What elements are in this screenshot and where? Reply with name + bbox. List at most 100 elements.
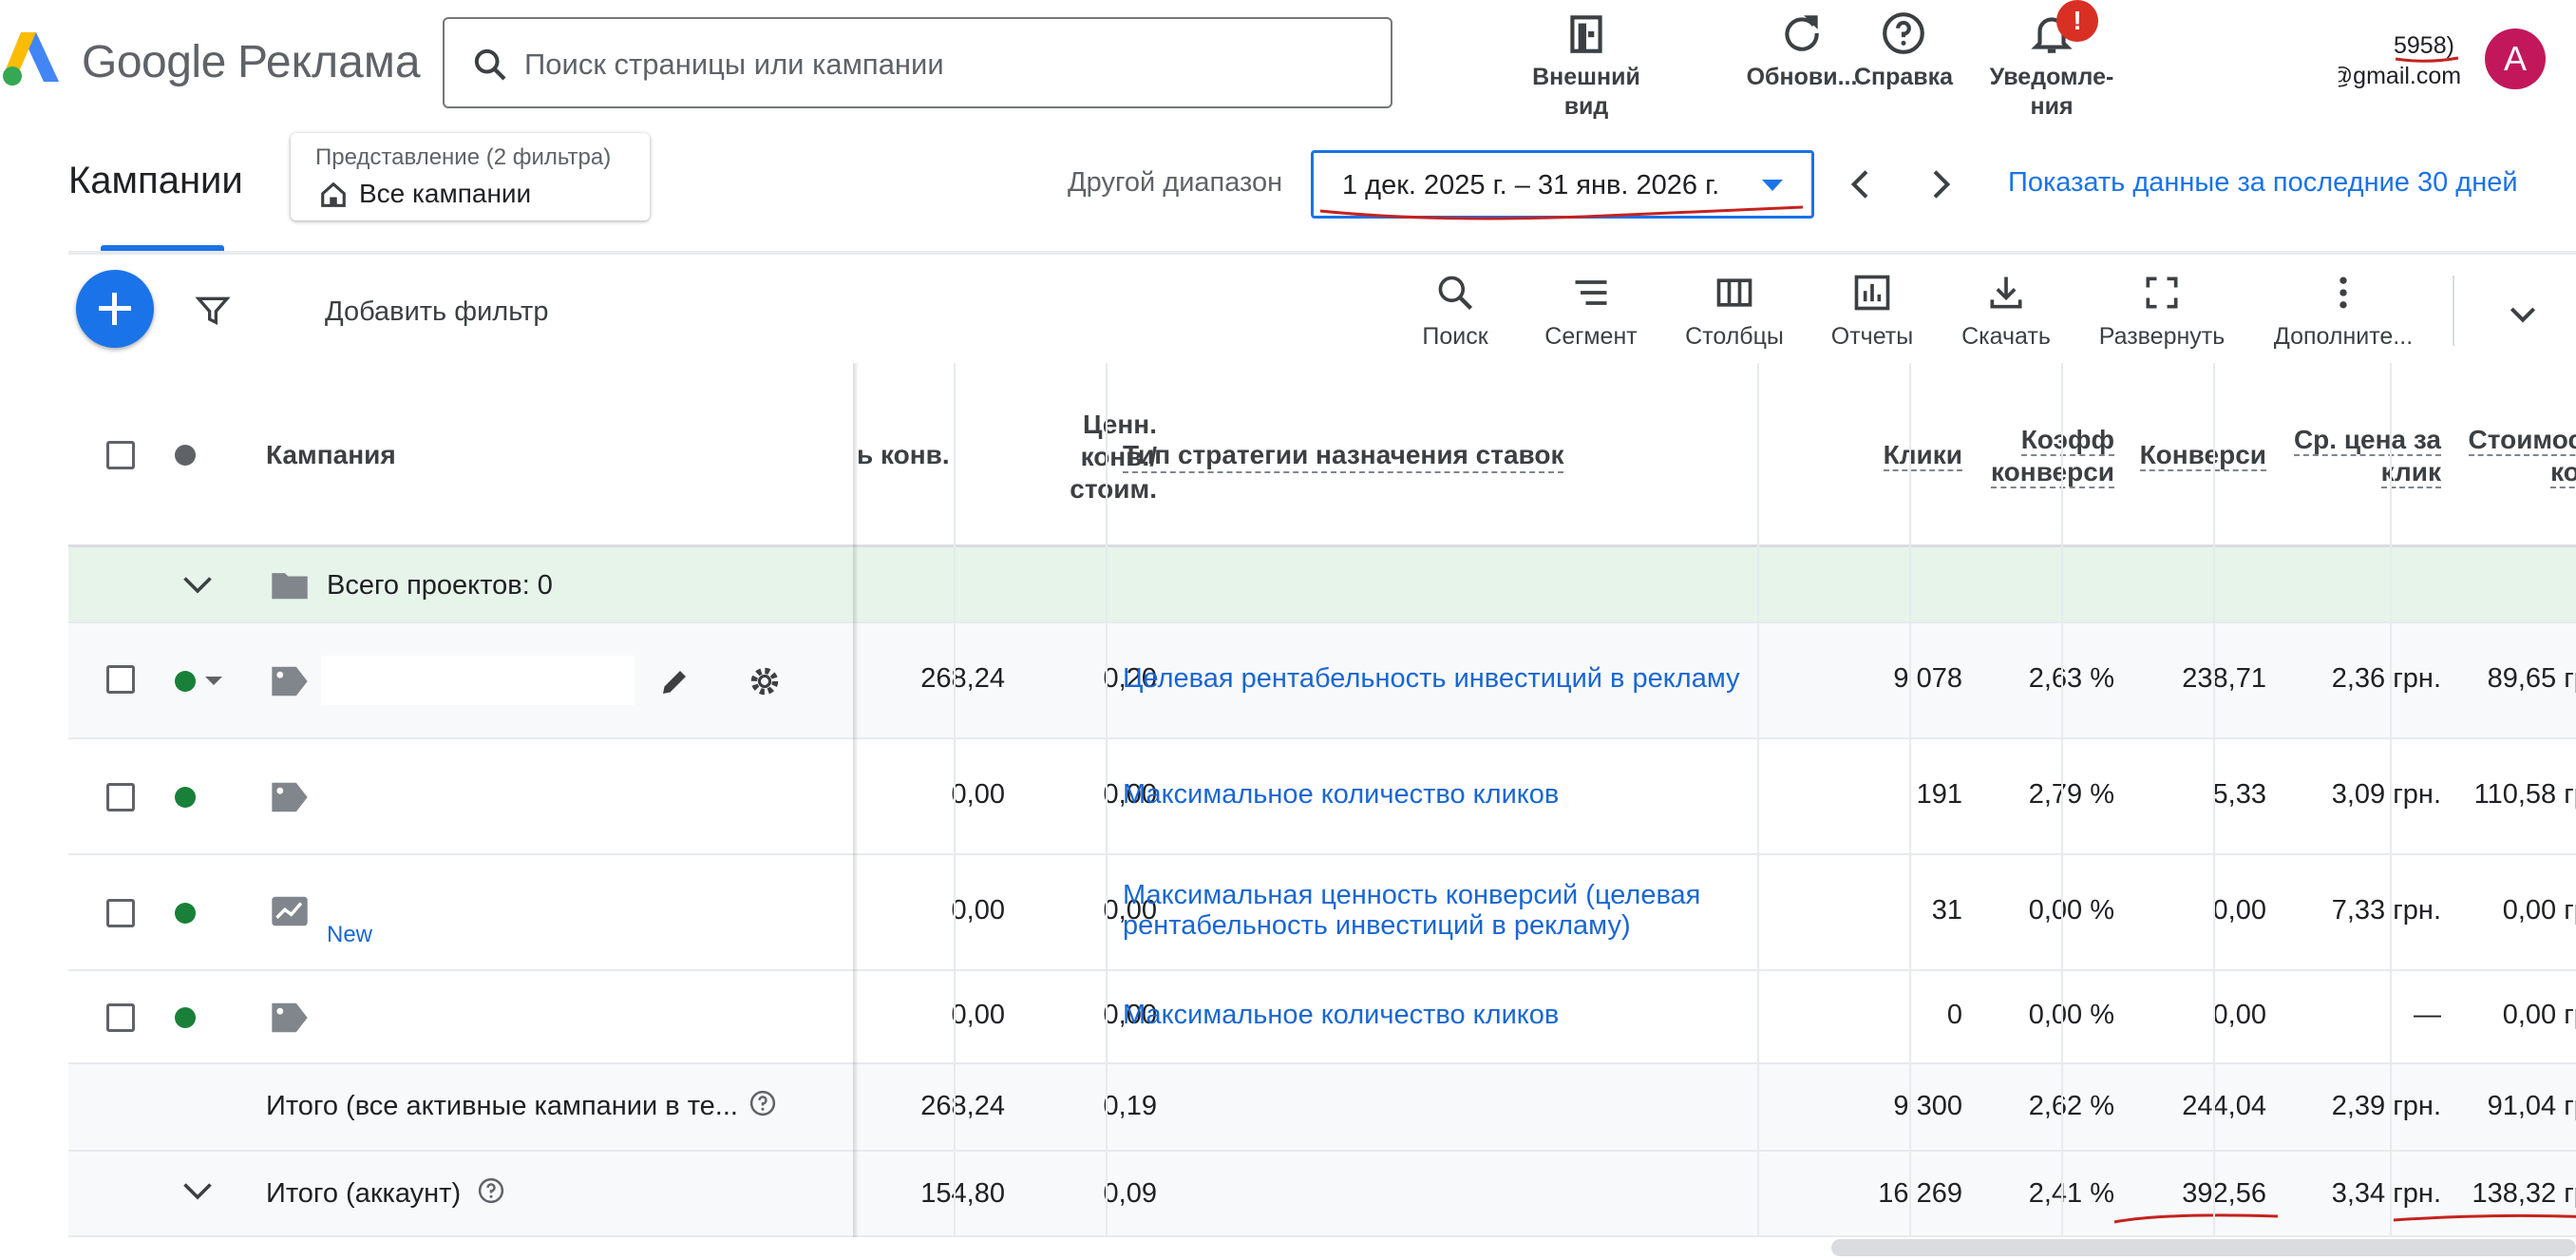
cell-bid-strategy-link[interactable]: Максимальное количество кликов	[1123, 1000, 1559, 1031]
header-bid-strategy[interactable]: Тип стратегии назначения ставок	[1123, 439, 1564, 473]
status-enabled-dot-icon[interactable]	[175, 671, 196, 692]
refresh-button[interactable]: Обнови...	[1740, 10, 1864, 92]
cell-clicks: 191	[1916, 779, 1962, 810]
plus-icon-vertical	[112, 293, 117, 325]
folder-icon	[272, 573, 308, 600]
header-cost-per-conv-2: конв	[2550, 457, 2576, 488]
notifications-label-1: Уведомле-	[1989, 64, 2114, 90]
chevron-down-icon[interactable]	[180, 574, 215, 597]
avatar[interactable]: A	[2485, 29, 2546, 89]
chevron-down-icon[interactable]	[180, 1180, 215, 1203]
header-value-cost-1: Ценн.	[1083, 410, 1157, 439]
cell-bid-strategy-link[interactable]: Максимальная ценность конверсий (целевая…	[1123, 880, 1700, 941]
cell-clicks: 9 078	[1893, 663, 1962, 694]
status-enabled-dot-icon[interactable]	[175, 1007, 196, 1028]
search-box[interactable]: Поиск страницы или кампании	[443, 17, 1392, 108]
refresh-label: Обнови...	[1746, 64, 1858, 90]
header-cost-per-conv[interactable]: Стоимость конв	[2443, 424, 2576, 488]
table-row[interactable]: New 0,00 0,00 Максимальная ценность конв…	[68, 855, 2576, 971]
view-selector[interactable]: Представление (2 фильтра) Все кампании	[291, 133, 650, 220]
table-row[interactable]: 0,00 0,00 Максимальное количество кликов…	[68, 971, 2576, 1064]
previous-period-icon[interactable]	[1843, 163, 1881, 205]
last-30-days-link[interactable]: Показать данные за последние 30 дней	[2008, 167, 2518, 199]
view-name: Все кампании	[359, 179, 532, 208]
header-clicks-label: Клики	[1883, 440, 1962, 471]
filter-icon[interactable]	[194, 291, 232, 329]
cell-conv-rate: 2,63 %	[2028, 663, 2114, 694]
appearance-button[interactable]: Внешний вид	[1520, 10, 1653, 122]
toolbar-segment-label: Сегмент	[1544, 323, 1638, 350]
row-checkbox[interactable]	[106, 899, 135, 927]
header-conv-rate-2: конверси	[1991, 457, 2114, 488]
next-period-icon[interactable]	[1921, 163, 1959, 205]
total-active-cost-per-conv: 91,04 грн.	[2487, 1091, 2576, 1121]
download-icon	[1990, 277, 2022, 309]
toolbar-segment-button[interactable]: Сегмент	[1539, 272, 1643, 351]
campaigns-table: Кампания ь конв. Ценн. конв./ стоим. Тип…	[68, 363, 2576, 1237]
cell-avg-cpc: 2,36 грн.	[2331, 663, 2441, 694]
frozen-column-shadow	[853, 363, 859, 1237]
search-icon	[1438, 276, 1473, 311]
column-divider	[1909, 363, 1911, 1237]
toolbar-columns-button[interactable]: Столбцы	[1681, 272, 1788, 351]
toolbar-fullscreen-button[interactable]: Развернуть	[2095, 272, 2228, 351]
add-campaign-button[interactable]	[76, 270, 154, 348]
row-checkbox[interactable]	[106, 665, 135, 694]
header-value-cost-3: стоим.	[1070, 474, 1157, 504]
cell-clicks: 31	[1931, 895, 1962, 926]
toolbar-download-button[interactable]: Скачать	[1957, 272, 2055, 351]
project-group-row[interactable]: Всего проектов: 0	[68, 547, 2576, 623]
header-conv-rate-1: Коэфф	[2020, 425, 2114, 456]
select-all-checkbox[interactable]	[106, 441, 135, 469]
total-account-conv-rate: 2,41 %	[2028, 1178, 2114, 1209]
help-icon[interactable]	[748, 1089, 777, 1117]
header-conversions[interactable]: Конверси	[2120, 439, 2266, 471]
header-avg-cpc-1: Ср. цена за	[2293, 425, 2441, 456]
toolbar-search-button[interactable]: Поиск	[1415, 272, 1495, 351]
status-enabled-dot-icon[interactable]	[175, 787, 196, 808]
cell-bid-strategy-link[interactable]: Целевая рентабельность инвестиций в рекл…	[1123, 663, 1740, 695]
notifications-button[interactable]: Уведомле- ния	[1985, 10, 2118, 122]
header-avg-cpc[interactable]: Ср. цена за клик	[2274, 424, 2441, 488]
header-conv-rate[interactable]: Коэфф конверси	[1970, 424, 2114, 488]
cell-cost-per-conv: 0,00 грн.	[2502, 1000, 2576, 1030]
toolbar-more-button[interactable]: Дополните...	[2270, 272, 2416, 351]
search-campaign-tag-icon	[272, 1002, 308, 1033]
status-header-dot-icon	[175, 445, 196, 466]
chevron-down-icon[interactable]	[2504, 295, 2542, 333]
horizontal-scrollbar[interactable]	[1831, 1239, 2576, 1256]
table-row[interactable]: 268,24 0,20 Целевая рентабельность инвес…	[68, 623, 2576, 739]
help-icon[interactable]	[477, 1176, 505, 1205]
edit-pencil-icon[interactable]	[657, 665, 691, 699]
cell-bid-strategy-link[interactable]: Максимальное количество кликов	[1123, 779, 1559, 811]
search-icon	[474, 48, 506, 81]
help-button[interactable]: Справка	[1847, 10, 1960, 92]
cell-cost-per-conv: 89,65 грн.	[2487, 663, 2576, 694]
row-checkbox[interactable]	[106, 783, 135, 811]
cell-conversions: 5,33	[2212, 779, 2266, 810]
campaign-name-fragment[interactable]: New	[327, 922, 372, 948]
conversions-red-underline	[2113, 1213, 2279, 1224]
page-title: Кампании	[68, 160, 243, 201]
status-enabled-dot-icon[interactable]	[175, 903, 196, 924]
performance-campaign-icon	[272, 896, 308, 926]
header-clicks[interactable]: Клики	[1816, 439, 1962, 471]
view-subtitle: Представление (2 фильтра)	[315, 144, 612, 170]
bid-strategy-line-1: Максимальная ценность конверсий (целевая	[1123, 880, 1701, 910]
toolbar-reports-button[interactable]: Отчеты	[1828, 272, 1917, 351]
header-campaign[interactable]: Кампания	[266, 439, 396, 471]
status-dropdown-caret-icon[interactable]	[205, 677, 222, 685]
settings-gear-icon[interactable]	[747, 663, 783, 699]
google-ads-logo-icon[interactable]	[0, 29, 63, 87]
cell-avg-cpc: 3,09 грн.	[2331, 779, 2441, 810]
home-icon	[321, 181, 346, 207]
toolbar-columns-label: Столбцы	[1685, 323, 1784, 350]
add-filter-button[interactable]: Добавить фильтр	[325, 296, 548, 328]
toolbar-download-label: Скачать	[1961, 323, 2051, 350]
toolbar-reports-label: Отчеты	[1830, 323, 1914, 350]
top-bar: Google Реклама Поиск страницы или кампан…	[0, 0, 2576, 133]
table-row[interactable]: 0,00 0,00 Максимальное количество кликов…	[68, 739, 2576, 855]
row-checkbox[interactable]	[106, 1003, 135, 1032]
cell-avg-cpc: 7,33 грн.	[2331, 895, 2441, 926]
notifications-label-2: ния	[2030, 93, 2074, 120]
